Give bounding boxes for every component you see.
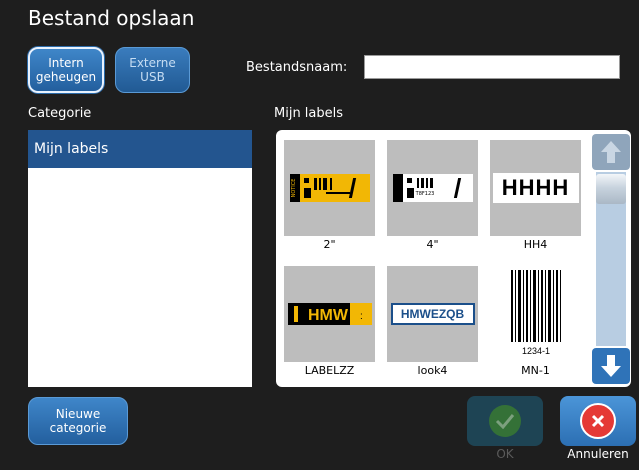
- hmw-yellow-preview: HMW :: [287, 303, 372, 325]
- internal-memory-label-1: Intern: [48, 56, 84, 70]
- close-icon: [580, 403, 616, 439]
- label-tile[interactable]: HMW : LABELZZ: [284, 266, 375, 377]
- hmw-box-preview: HMWEZQB: [390, 303, 475, 325]
- label-tile[interactable]: HMWEZQB look4: [387, 266, 478, 377]
- svg-text::: :: [360, 311, 363, 322]
- filename-label: Bestandsnaam:: [246, 60, 348, 75]
- scroll-thumb[interactable]: [596, 174, 626, 204]
- external-usb-button[interactable]: Externe USB: [115, 47, 190, 93]
- ok-button[interactable]: [467, 396, 543, 446]
- text-preview: HHHH: [492, 173, 579, 203]
- scroll-track[interactable]: [596, 172, 626, 346]
- internal-memory-button[interactable]: Intern geheugen: [28, 47, 104, 93]
- ok-label: OK: [496, 447, 514, 461]
- barcode-preview: 1234-1: [504, 266, 567, 362]
- preview-text: T8F123: [414, 191, 434, 197]
- label-tile[interactable]: HHHH HH4: [490, 140, 581, 251]
- label-tile[interactable]: 1234-1 MN-1: [490, 266, 581, 377]
- filename-input[interactable]: [364, 55, 620, 79]
- internal-memory-label-2: geheugen: [35, 70, 97, 84]
- label-name: HH4: [523, 238, 548, 251]
- label-name: 2": [323, 238, 336, 251]
- label-tile[interactable]: T8F123 4": [387, 140, 478, 251]
- new-category-label-2: categorie: [49, 421, 107, 435]
- labels-grid: NOTICE 2" T8F123 4" HHHH HH4 HMW: LABEL…: [276, 130, 631, 387]
- category-list: Mijn labels: [28, 130, 252, 387]
- labels-heading: Mijn labels: [274, 106, 344, 121]
- label-name: look4: [417, 364, 448, 377]
- preview-text: HMW: [308, 307, 349, 324]
- label-tile[interactable]: NOTICE 2": [284, 140, 375, 251]
- arrow-up-icon[interactable]: [592, 134, 630, 170]
- label-name: MN-1: [521, 364, 550, 377]
- window-title: Bestand opslaan: [28, 6, 195, 30]
- cancel-label: Annuleren: [567, 447, 629, 461]
- preview-text: 1234-1: [521, 346, 549, 356]
- new-category-button[interactable]: Nieuwe categorie: [28, 397, 128, 445]
- category-heading: Categorie: [28, 106, 92, 121]
- checkmark-icon: [489, 405, 521, 437]
- label-name: 4": [426, 238, 439, 251]
- preview-text: NOTICE: [291, 179, 297, 198]
- new-category-label-1: Nieuwe: [55, 407, 101, 421]
- cancel-button[interactable]: [560, 396, 636, 446]
- labels-scrollbar[interactable]: [592, 134, 630, 384]
- notice-white-preview: T8F123: [392, 174, 473, 202]
- external-usb-label-1: Externe: [129, 56, 176, 70]
- arrow-down-icon[interactable]: [592, 348, 630, 384]
- label-name: LABELZZ: [304, 364, 355, 377]
- notice-yellow-preview: NOTICE: [289, 174, 370, 202]
- category-item-mijn-labels[interactable]: Mijn labels: [28, 130, 252, 168]
- external-usb-label-2: USB: [140, 70, 165, 84]
